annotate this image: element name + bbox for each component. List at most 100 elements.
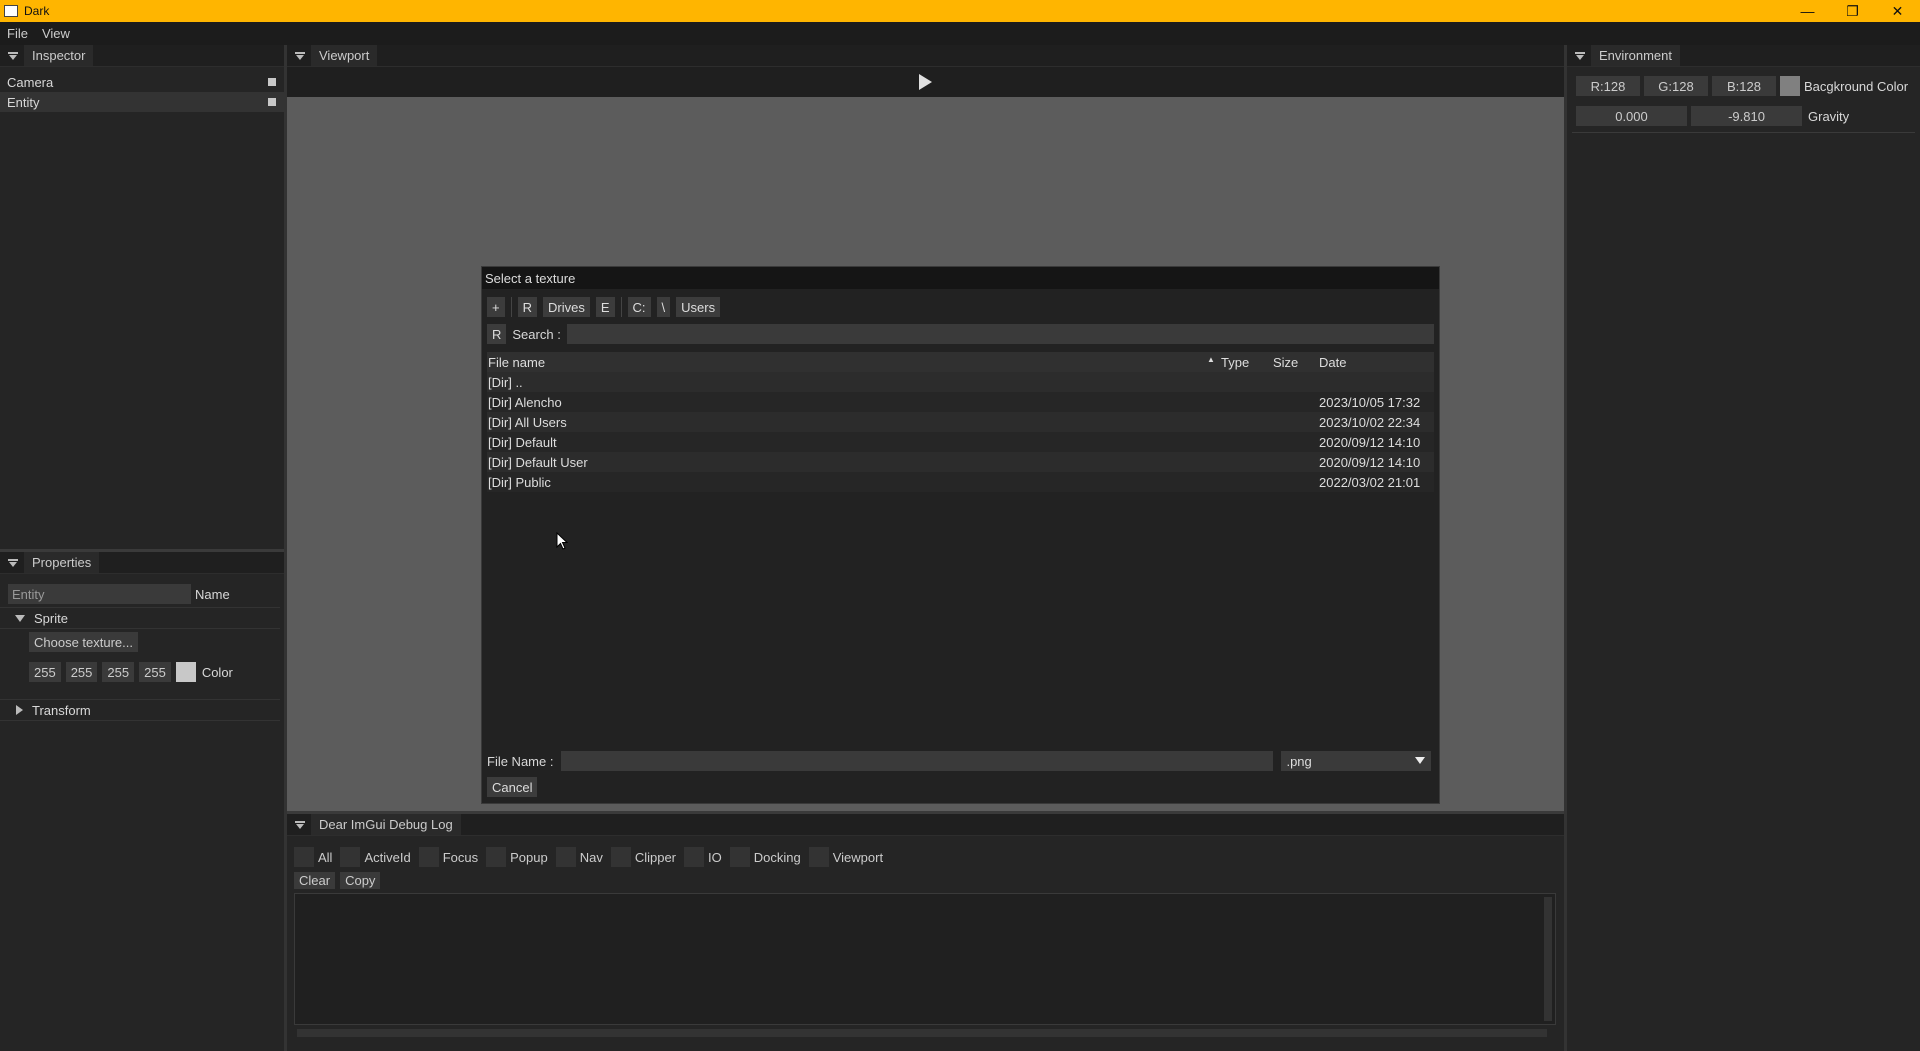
viewport-tab[interactable]: Viewport bbox=[311, 45, 378, 66]
file-date: 2023/10/05 17:32 bbox=[1319, 394, 1421, 410]
cancel-button[interactable]: Cancel bbox=[487, 777, 538, 797]
properties-tab[interactable]: Properties bbox=[24, 552, 100, 573]
close-button[interactable]: ✕ bbox=[1875, 0, 1920, 22]
file-row[interactable]: [Dir] Default User 2020/09/12 14:10 bbox=[487, 452, 1434, 472]
debug-log-header: Dear ImGui Debug Log bbox=[287, 814, 1564, 836]
search-reset-button[interactable]: R bbox=[487, 324, 507, 344]
debug-log-panel: Dear ImGui Debug Log All ActiveId Focus … bbox=[287, 814, 1564, 1051]
checkbox[interactable] bbox=[418, 847, 439, 867]
check-focus[interactable]: Focus bbox=[418, 847, 479, 867]
tab-menu-icon[interactable] bbox=[295, 51, 305, 60]
color-a-input[interactable]: 255 bbox=[139, 662, 171, 682]
search-label: Search : bbox=[512, 326, 561, 342]
horizontal-scrollbar[interactable] bbox=[297, 1029, 1547, 1037]
environment-tab[interactable]: Environment bbox=[1591, 45, 1680, 66]
play-icon[interactable] bbox=[919, 74, 932, 90]
separator bbox=[510, 297, 512, 317]
file-row[interactable]: [Dir] Default 2020/09/12 14:10 bbox=[487, 432, 1434, 452]
check-io[interactable]: IO bbox=[684, 847, 722, 867]
edit-path-button[interactable]: E bbox=[595, 297, 615, 317]
drives-button[interactable]: Drives bbox=[542, 297, 590, 317]
checkbox[interactable] bbox=[555, 847, 576, 867]
menu-file[interactable]: File bbox=[0, 26, 35, 41]
column-date[interactable]: Date bbox=[1319, 355, 1346, 370]
log-output[interactable] bbox=[294, 893, 1556, 1025]
color-swatch[interactable] bbox=[175, 662, 196, 682]
check-viewport[interactable]: Viewport bbox=[808, 847, 883, 867]
file-row[interactable]: [Dir] Alencho 2023/10/05 17:32 bbox=[487, 392, 1434, 412]
file-name: [Dir] .. bbox=[488, 374, 523, 390]
breadcrumb-users[interactable]: Users bbox=[676, 297, 721, 317]
choose-texture-button[interactable]: Choose texture... bbox=[29, 632, 138, 652]
inspector-tab[interactable]: Inspector bbox=[24, 45, 94, 66]
check-label: Focus bbox=[442, 849, 479, 865]
gravity-y-input[interactable]: -9.810 bbox=[1691, 106, 1802, 126]
gravity-x-input[interactable]: 0.000 bbox=[1576, 106, 1687, 126]
column-size[interactable]: Size bbox=[1273, 355, 1298, 370]
file-name-input[interactable] bbox=[561, 751, 1274, 771]
vertical-scrollbar[interactable] bbox=[1544, 897, 1552, 1021]
square-icon bbox=[268, 78, 276, 86]
sprite-header[interactable]: Sprite bbox=[0, 607, 280, 629]
background-g-input[interactable]: G:128 bbox=[1644, 76, 1708, 96]
check-popup[interactable]: Popup bbox=[486, 847, 548, 867]
tab-menu-icon[interactable] bbox=[1575, 51, 1585, 60]
file-name: [Dir] Alencho bbox=[488, 394, 562, 410]
inspector-item-camera[interactable]: Camera bbox=[0, 72, 284, 92]
texture-dialog: Select a texture + R Drives E C: \ Users… bbox=[481, 266, 1440, 804]
properties-panel: Properties Entity Name Sprite Choose tex… bbox=[0, 552, 284, 1051]
checkbox[interactable] bbox=[294, 847, 314, 867]
check-label: Nav bbox=[579, 849, 603, 865]
tab-menu-icon[interactable] bbox=[8, 51, 18, 60]
checkbox[interactable] bbox=[486, 847, 507, 867]
menu-view[interactable]: View bbox=[35, 26, 77, 41]
file-row[interactable]: [Dir] .. bbox=[487, 372, 1434, 392]
background-r-input[interactable]: R:128 bbox=[1576, 76, 1640, 96]
gravity-label: Gravity bbox=[1808, 108, 1850, 124]
checkbox[interactable] bbox=[340, 847, 361, 867]
checkbox[interactable] bbox=[808, 847, 829, 867]
checkbox[interactable] bbox=[729, 847, 750, 867]
sort-ascending-icon: ▲ bbox=[1207, 355, 1215, 364]
column-file-name[interactable]: File name bbox=[488, 355, 545, 370]
check-clipper[interactable]: Clipper bbox=[610, 847, 676, 867]
entity-name-input[interactable]: Entity bbox=[8, 584, 191, 604]
transform-header[interactable]: Transform bbox=[0, 699, 280, 721]
color-g-input[interactable]: 255 bbox=[65, 662, 98, 682]
file-table: File name ▲ Type Size Date [Dir] .. [Dir… bbox=[487, 352, 1434, 492]
menu-bar: File View bbox=[0, 22, 1920, 45]
color-b-input[interactable]: 255 bbox=[102, 662, 135, 682]
background-color-swatch[interactable] bbox=[1780, 76, 1800, 96]
app-icon bbox=[4, 5, 18, 17]
reset-button[interactable]: R bbox=[517, 297, 537, 317]
breadcrumb-c-drive[interactable]: C: bbox=[627, 297, 651, 317]
tab-menu-icon[interactable] bbox=[8, 558, 18, 567]
background-b-input[interactable]: B:128 bbox=[1712, 76, 1776, 96]
color-r-input[interactable]: 255 bbox=[29, 662, 61, 682]
check-activeid[interactable]: ActiveId bbox=[340, 847, 411, 867]
clear-button[interactable]: Clear bbox=[294, 872, 336, 889]
file-name: [Dir] Default User bbox=[488, 454, 588, 470]
inspector-panel: Inspector Camera Entity bbox=[0, 45, 284, 549]
checkbox[interactable] bbox=[610, 847, 631, 867]
restore-button[interactable]: ❐ bbox=[1830, 0, 1875, 22]
column-type[interactable]: Type bbox=[1221, 355, 1249, 370]
file-name: [Dir] All Users bbox=[488, 414, 567, 430]
check-docking[interactable]: Docking bbox=[729, 847, 801, 867]
minimize-button[interactable]: — bbox=[1785, 0, 1830, 22]
breadcrumb-separator[interactable]: \ bbox=[656, 297, 671, 317]
file-row[interactable]: [Dir] Public 2022/03/02 21:01 bbox=[487, 472, 1434, 492]
copy-button[interactable]: Copy bbox=[340, 872, 381, 889]
file-row[interactable]: [Dir] All Users 2023/10/02 22:34 bbox=[487, 412, 1434, 432]
search-input[interactable] bbox=[566, 324, 1434, 344]
check-all[interactable]: All bbox=[294, 847, 332, 867]
file-date: 2020/09/12 14:10 bbox=[1319, 454, 1421, 470]
new-folder-button[interactable]: + bbox=[487, 297, 505, 317]
checkbox[interactable] bbox=[684, 847, 705, 867]
tab-menu-icon[interactable] bbox=[295, 820, 305, 829]
check-nav[interactable]: Nav bbox=[555, 847, 603, 867]
color-label: Color bbox=[201, 664, 233, 680]
inspector-item-entity[interactable]: Entity bbox=[0, 92, 284, 112]
debug-log-tab[interactable]: Dear ImGui Debug Log bbox=[311, 814, 461, 835]
extension-select[interactable]: .png bbox=[1281, 751, 1432, 771]
